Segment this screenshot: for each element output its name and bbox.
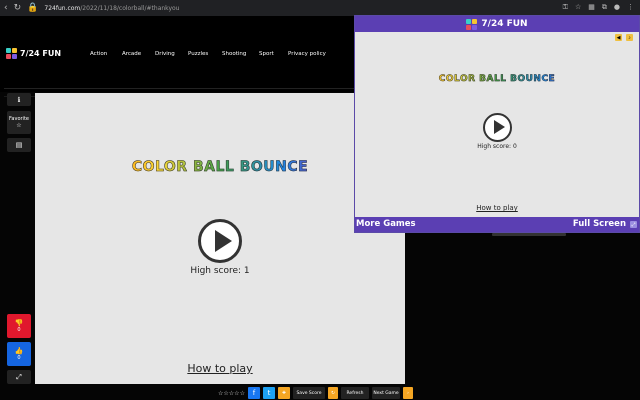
like-count: 0 bbox=[17, 355, 21, 361]
popup-title: 7/24 FUN bbox=[481, 19, 528, 29]
popup-header: 7/24 FUN bbox=[355, 16, 639, 32]
rating-stars[interactable]: ☆☆☆☆☆ bbox=[218, 387, 245, 399]
lock-icon: 🔒 bbox=[27, 3, 39, 13]
game-bottom-bar: ☆☆☆☆☆ f t ✚ Save Score ↻ Refresh Next Ga… bbox=[218, 386, 413, 400]
profile-icon[interactable]: ● bbox=[614, 3, 620, 12]
favorite-button[interactable]: Favorite ☆ bbox=[7, 111, 31, 134]
info-icon: ℹ bbox=[17, 95, 21, 104]
popup-game-title: COLOR BALL BOUNCE bbox=[355, 74, 639, 85]
puzzle-icon[interactable]: ⧉ bbox=[602, 3, 607, 12]
thumbs-down-icon: 👎 bbox=[14, 319, 24, 327]
play-button[interactable] bbox=[198, 219, 242, 263]
how-to-play-link[interactable]: How to play bbox=[35, 362, 405, 375]
facebook-share-icon[interactable]: f bbox=[248, 387, 260, 399]
refresh-button[interactable]: Refresh bbox=[341, 387, 369, 399]
nav-item-puzzles[interactable]: Puzzles bbox=[188, 51, 222, 57]
popup-game-window[interactable]: 7/24 FUN ◀ ♪ COLOR BALL BOUNCE High scor… bbox=[354, 15, 640, 233]
high-score: High score: 1 bbox=[190, 266, 250, 276]
nav-item-arcade[interactable]: Arcade bbox=[122, 51, 155, 57]
info-button[interactable]: ℹ bbox=[7, 93, 31, 106]
popup-high-score: High score: 0 bbox=[477, 143, 517, 150]
popup-scrollbar[interactable] bbox=[492, 233, 566, 236]
url-path: /2022/11/18/colorball/#thankyou bbox=[80, 4, 180, 12]
expand-icon: ⤢ bbox=[16, 372, 22, 381]
refresh-icon[interactable]: ↻ bbox=[328, 387, 338, 399]
site-logo[interactable]: 7/24 FUN bbox=[6, 48, 61, 59]
popup-footer: More Games Full Screen ⤢ bbox=[355, 217, 639, 232]
logo-mark-icon bbox=[6, 48, 17, 59]
nav-item-shooting[interactable]: Shooting bbox=[222, 51, 259, 57]
popup-logo-icon bbox=[466, 18, 478, 30]
star-icon: ☆ bbox=[16, 122, 22, 129]
game-title: COLOR BALL BOUNCE bbox=[35, 159, 405, 176]
key-icon[interactable]: ⚿ bbox=[563, 3, 568, 12]
dislike-count: 0 bbox=[17, 327, 21, 333]
screen: ‹ ↻ 🔒 724fun.com/2022/11/18/colorball/#t… bbox=[0, 0, 640, 400]
address-bar[interactable]: 724fun.com/2022/11/18/colorball/#thankyo… bbox=[44, 5, 179, 12]
header-divider bbox=[4, 88, 354, 89]
bookmark-icon[interactable]: ☆ bbox=[575, 3, 581, 12]
music-icon[interactable]: ♪ bbox=[626, 34, 633, 41]
nav-item-driving[interactable]: Driving bbox=[155, 51, 188, 57]
url-domain: 724fun.com bbox=[44, 4, 81, 12]
comment-icon: ▤ bbox=[15, 141, 23, 149]
popup-play-icon bbox=[494, 120, 505, 134]
site-header: 7/24 FUN Action Arcade Driving Puzzles S… bbox=[0, 16, 355, 97]
save-score-button[interactable]: Save Score bbox=[293, 387, 325, 399]
reload-icon[interactable]: ↻ bbox=[14, 3, 22, 13]
nav-item-sport[interactable]: Sport bbox=[259, 51, 288, 57]
dislike-button[interactable]: 👎 0 bbox=[7, 314, 31, 338]
comment-button[interactable]: ▤ bbox=[7, 138, 31, 152]
bookmark-share-icon[interactable]: ✚ bbox=[278, 387, 290, 399]
fullscreen-button[interactable]: ⤢ bbox=[7, 370, 31, 384]
fullscreen-icon[interactable]: ⤢ bbox=[630, 221, 637, 228]
popup-play-button[interactable] bbox=[483, 113, 512, 142]
browser-extensions: ⚿ ☆ ▦ ⧉ ● ⋮ bbox=[563, 3, 634, 12]
thumbs-up-icon: 👍 bbox=[14, 347, 24, 355]
game-canvas[interactable]: COLOR BALL BOUNCE High score: 1 How to p… bbox=[35, 93, 405, 384]
more-games-link[interactable]: More Games bbox=[356, 219, 416, 229]
popup-how-to-play-link[interactable]: How to play bbox=[355, 204, 639, 212]
like-button[interactable]: 👍 0 bbox=[7, 342, 31, 366]
next-icon[interactable]: › bbox=[403, 387, 413, 399]
nav-item-privacy-policy[interactable]: Privacy policy bbox=[288, 51, 333, 57]
nav-item-action[interactable]: Action bbox=[90, 51, 122, 57]
next-game-button[interactable]: Next Game bbox=[372, 387, 400, 399]
back-icon[interactable]: ‹ bbox=[4, 3, 8, 13]
menu-icon[interactable]: ⋮ bbox=[627, 3, 634, 12]
full-screen-link[interactable]: Full Screen bbox=[573, 219, 626, 229]
logo-text: 7/24 FUN bbox=[20, 49, 62, 58]
browser-toolbar: ‹ ↻ 🔒 724fun.com/2022/11/18/colorball/#t… bbox=[0, 0, 640, 16]
twitter-share-icon[interactable]: t bbox=[263, 387, 275, 399]
play-icon bbox=[215, 230, 232, 252]
extension-icon[interactable]: ▦ bbox=[588, 3, 595, 12]
sound-icon[interactable]: ◀ bbox=[615, 34, 622, 41]
main-nav: Action Arcade Driving Puzzles Shooting S… bbox=[90, 51, 333, 57]
